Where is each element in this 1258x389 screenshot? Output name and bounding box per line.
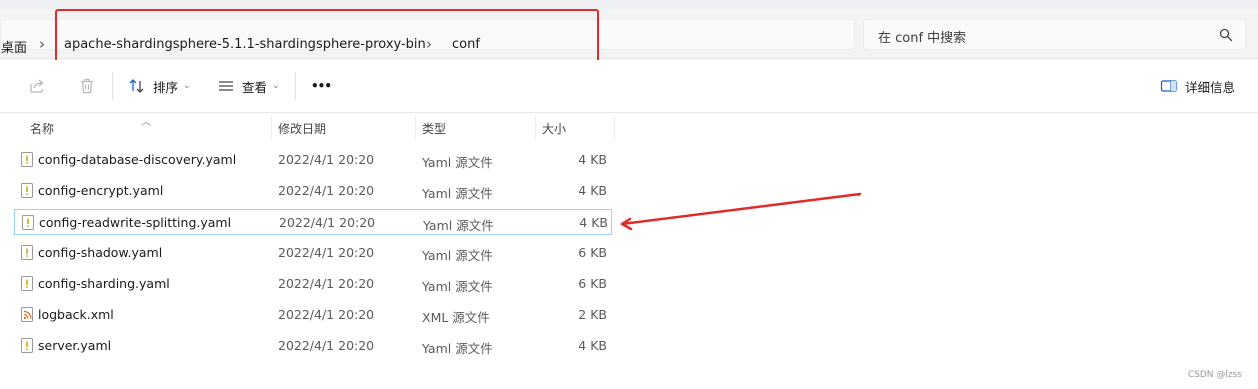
window-top-strip xyxy=(0,0,1258,9)
file-name: config-encrypt.yaml xyxy=(38,183,164,198)
yaml-file-icon xyxy=(21,245,33,260)
file-type: XML 源文件 xyxy=(422,310,490,325)
file-row[interactable]: logback.xml 2022/4/1 20:20 XML 源文件 2 KB xyxy=(14,302,612,328)
search-icon[interactable] xyxy=(1219,28,1233,42)
details-pane-button[interactable]: 详细信息 xyxy=(1160,75,1235,97)
column-header-name[interactable]: 名称 xyxy=(30,120,54,137)
search-input[interactable]: 在 conf 中搜索 xyxy=(863,19,1246,50)
file-type: Yaml 源文件 xyxy=(423,218,494,233)
sort-ascending-indicator: ︿ xyxy=(141,117,151,128)
address-bar: 桌面 › apache-shardingsphere-5.1.1-shardin… xyxy=(0,9,1258,64)
file-row[interactable]: config-encrypt.yaml 2022/4/1 20:20 Yaml 源文… xyxy=(14,178,612,204)
chevron-down-icon: ⌄ xyxy=(272,81,280,91)
file-row[interactable]: server.yaml 2022/4/1 20:20 Yaml 源文件 4 KB xyxy=(14,333,612,359)
file-modified: 2022/4/1 20:20 xyxy=(278,338,375,353)
sort-icon xyxy=(129,79,144,93)
delete-button[interactable] xyxy=(78,75,96,97)
file-type: Yaml 源文件 xyxy=(422,155,493,170)
column-divider[interactable] xyxy=(614,115,615,141)
share-button[interactable] xyxy=(28,75,46,97)
annotation-highlight-box xyxy=(55,9,599,64)
share-icon xyxy=(30,79,44,93)
file-type: Yaml 源文件 xyxy=(422,248,493,263)
file-size: 6 KB xyxy=(578,245,607,260)
view-list-icon xyxy=(219,81,233,91)
column-divider[interactable] xyxy=(535,115,536,141)
details-pane-icon xyxy=(1160,80,1178,92)
column-header-modified[interactable]: 修改日期 xyxy=(278,120,326,137)
file-type: Yaml 源文件 xyxy=(422,341,493,356)
yaml-file-icon xyxy=(21,183,33,198)
file-name: server.yaml xyxy=(38,338,112,353)
file-list: ︿ 名称 修改日期 类型 大小 config-database-discover… xyxy=(0,113,1258,389)
file-size: 4 KB xyxy=(578,152,607,167)
column-header-size[interactable]: 大小 xyxy=(542,120,566,137)
file-type: Yaml 源文件 xyxy=(422,279,493,294)
file-size: 6 KB xyxy=(578,276,607,291)
command-bar: 排序 ⌄ 查看 ⌄ ••• 详细信息 xyxy=(0,60,1258,113)
file-row[interactable]: config-database-discovery.yaml 2022/4/1 2… xyxy=(14,147,612,173)
sort-button[interactable]: 排序 ⌄ xyxy=(128,75,191,97)
chevron-down-icon: ⌄ xyxy=(183,81,191,91)
column-divider[interactable] xyxy=(415,115,416,141)
file-row[interactable]: config-shadow.yaml 2022/4/1 20:20 Yaml 源文件… xyxy=(14,240,612,266)
yaml-file-icon xyxy=(22,215,34,230)
file-row[interactable]: config-sharding.yaml 2022/4/1 20:20 Yaml 源… xyxy=(14,271,612,297)
sort-label: 排序 xyxy=(153,79,179,95)
file-size: 4 KB xyxy=(578,183,607,198)
view-button[interactable]: 查看 ⌄ xyxy=(217,75,280,97)
breadcrumb-desktop[interactable]: 桌面 xyxy=(1,37,27,56)
file-modified: 2022/4/1 20:20 xyxy=(278,276,375,291)
file-name: logback.xml xyxy=(38,307,114,322)
file-size: 2 KB xyxy=(578,307,607,322)
file-modified: 2022/4/1 20:20 xyxy=(278,152,375,167)
file-name: config-shadow.yaml xyxy=(38,245,163,260)
yaml-file-icon xyxy=(21,276,33,291)
search-placeholder: 在 conf 中搜索 xyxy=(878,31,967,46)
yaml-file-icon xyxy=(21,152,33,167)
file-row[interactable]: config-readwrite-splitting.yaml 2022/4/1 … xyxy=(14,209,612,235)
file-name: config-database-discovery.yaml xyxy=(38,152,237,167)
toolbar-separator xyxy=(295,72,296,100)
breadcrumb-chevron-icon[interactable]: › xyxy=(39,35,45,53)
toolbar-separator xyxy=(112,72,113,100)
file-modified: 2022/4/1 20:20 xyxy=(279,215,376,230)
file-modified: 2022/4/1 20:20 xyxy=(278,307,375,322)
more-options-button[interactable]: ••• xyxy=(311,75,332,97)
column-divider[interactable] xyxy=(271,115,272,141)
file-name: config-sharding.yaml xyxy=(38,276,170,291)
watermark: CSDN @lzss xyxy=(1187,370,1242,380)
more-icon: ••• xyxy=(311,79,332,93)
file-name: config-readwrite-splitting.yaml xyxy=(39,215,232,230)
trash-icon xyxy=(81,78,93,94)
xml-file-icon xyxy=(21,307,33,322)
details-label: 详细信息 xyxy=(1185,79,1236,95)
file-modified: 2022/4/1 20:20 xyxy=(278,245,375,260)
file-type: Yaml 源文件 xyxy=(422,186,493,201)
view-label: 查看 xyxy=(242,79,268,95)
yaml-file-icon xyxy=(21,338,33,353)
file-size: 4 KB xyxy=(578,338,607,353)
file-modified: 2022/4/1 20:20 xyxy=(278,183,375,198)
file-size: 4 KB xyxy=(579,215,608,230)
column-header-type[interactable]: 类型 xyxy=(422,120,446,137)
